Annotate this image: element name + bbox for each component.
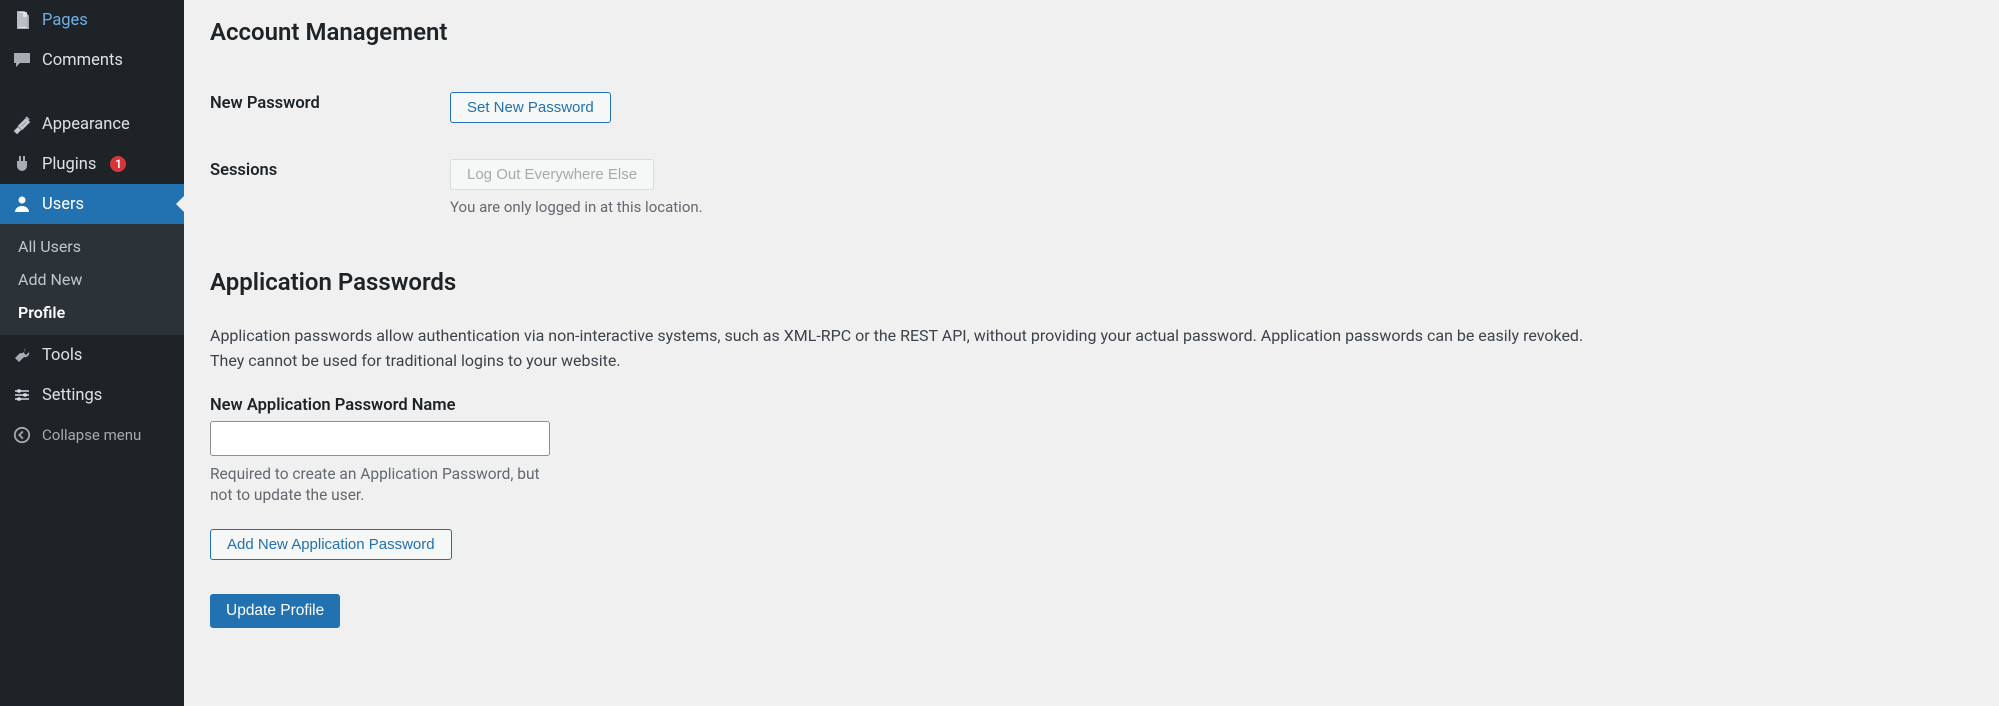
tools-icon: [12, 345, 32, 365]
plugins-icon: [12, 154, 32, 174]
application-passwords-heading: Application Passwords: [210, 268, 1973, 296]
sidebar-item-label: Pages: [42, 11, 88, 30]
add-application-password-button[interactable]: Add New Application Password: [210, 529, 452, 560]
sidebar-submenu-users: All Users Add New Profile: [0, 224, 184, 335]
sessions-description: You are only logged in at this location.: [450, 198, 1973, 216]
sidebar-item-label: Comments: [42, 51, 123, 70]
sidebar-item-appearance[interactable]: Appearance: [0, 104, 184, 144]
sidebar-item-label: Tools: [42, 346, 82, 365]
sidebar-item-pages[interactable]: Pages: [0, 0, 184, 40]
account-management-section: Account Management New Password Set New …: [210, 18, 1973, 234]
submenu-item-add-new[interactable]: Add New: [0, 263, 184, 296]
app-password-name-label: New Application Password Name: [210, 396, 1973, 415]
application-passwords-description: Application passwords allow authenticati…: [210, 324, 1610, 374]
sidebar-item-users[interactable]: Users: [0, 184, 184, 224]
logout-everywhere-button[interactable]: Log Out Everywhere Else: [450, 159, 654, 190]
sessions-label: Sessions: [210, 141, 450, 234]
settings-icon: [12, 385, 32, 405]
sidebar-item-label: Plugins: [42, 155, 96, 174]
app-password-name-input[interactable]: [210, 421, 550, 456]
page-icon: [12, 10, 32, 30]
admin-sidebar: Pages Comments Appearance Plugins 1 User…: [0, 0, 184, 706]
sidebar-item-plugins[interactable]: Plugins 1: [0, 144, 184, 184]
sidebar-item-label: Users: [42, 195, 84, 214]
appearance-icon: [12, 114, 32, 134]
application-passwords-section: Application Passwords Application passwo…: [210, 268, 1973, 560]
sidebar-item-label: Settings: [42, 386, 102, 405]
account-management-heading: Account Management: [210, 18, 1973, 46]
comments-icon: [12, 50, 32, 70]
sidebar-item-label: Appearance: [42, 115, 130, 134]
main-content: Account Management New Password Set New …: [184, 0, 1999, 706]
app-password-name-help: Required to create an Application Passwo…: [210, 464, 550, 507]
menu-separator: [0, 80, 184, 104]
submenu-item-profile[interactable]: Profile: [0, 296, 184, 329]
collapse-menu-button[interactable]: Collapse menu: [0, 415, 184, 455]
new-password-label: New Password: [210, 74, 450, 141]
collapse-icon: [12, 425, 32, 445]
users-icon: [12, 194, 32, 214]
submenu-item-all-users[interactable]: All Users: [0, 230, 184, 263]
sidebar-item-tools[interactable]: Tools: [0, 335, 184, 375]
sidebar-item-comments[interactable]: Comments: [0, 40, 184, 80]
set-new-password-button[interactable]: Set New Password: [450, 92, 611, 123]
update-profile-button[interactable]: Update Profile: [210, 594, 340, 628]
update-count-badge: 1: [110, 156, 126, 172]
sidebar-item-settings[interactable]: Settings: [0, 375, 184, 415]
collapse-label: Collapse menu: [42, 426, 141, 444]
